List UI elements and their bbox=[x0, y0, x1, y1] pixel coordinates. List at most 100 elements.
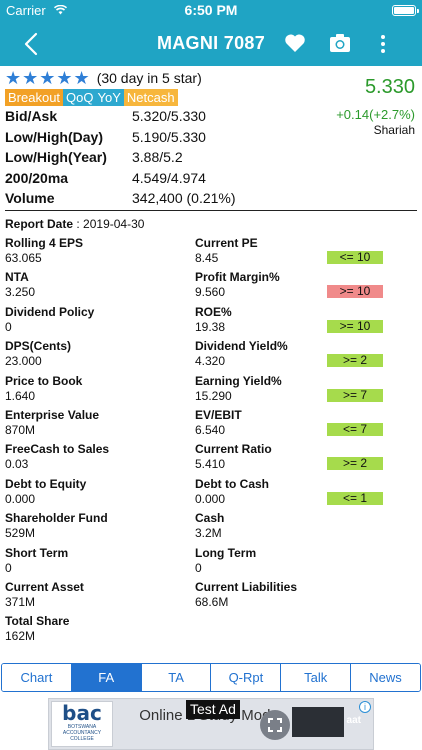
threshold-badge: >= 2 bbox=[327, 354, 383, 368]
fa-row: DPS(Cents) 23.000 Dividend Yield% 4.320 >= 2 bbox=[5, 339, 417, 373]
segmented-tab-bar: Chart FA TA Q-Rpt Talk News bbox=[1, 663, 421, 692]
fa-metric-value: 63.065 bbox=[5, 251, 42, 265]
fa-metric-label: Dividend Policy bbox=[5, 304, 95, 319]
heart-icon[interactable] bbox=[284, 33, 306, 53]
ad-logo-line: COLLEGE bbox=[70, 736, 94, 742]
fa-metric: Debt to Equity 0.000 bbox=[5, 477, 86, 507]
fa-row: Enterprise Value 870M EV/EBIT 6.540 <= 7 bbox=[5, 408, 417, 442]
quote-row: 200/20ma 4.549/4.974 bbox=[5, 168, 236, 189]
page-title: MAGNI 7087 bbox=[156, 33, 266, 53]
fa-metric-value: 68.6M bbox=[195, 594, 229, 609]
battery-icon bbox=[392, 5, 419, 16]
fa-metric-label: Debt to Equity bbox=[5, 476, 87, 491]
fa-metric: Current PE 8.45 bbox=[195, 236, 258, 266]
fa-metric-label: NTA bbox=[5, 270, 29, 285]
fa-metric-value: 3.250 bbox=[5, 285, 36, 300]
fa-metric-value: 0 bbox=[5, 319, 12, 334]
fa-metric-value: 0 bbox=[195, 560, 202, 575]
quote-label: Low/High(Day) bbox=[5, 128, 103, 145]
fa-row: Total Share 162M bbox=[5, 614, 417, 648]
fa-metric-value: 0.000 bbox=[5, 491, 36, 506]
tag-breakout: Breakout bbox=[5, 89, 64, 106]
fa-metric-label: Price to Book bbox=[5, 373, 83, 388]
fa-metric-label: ROE% bbox=[195, 304, 232, 319]
fa-metric-value: 6.540 bbox=[195, 422, 226, 437]
section-divider bbox=[5, 210, 417, 211]
fa-metric-value: 19.38 bbox=[195, 319, 226, 334]
shariah-label: Shariah bbox=[373, 123, 415, 137]
fa-metric-value: 0.03 bbox=[5, 457, 29, 472]
fa-row: Dividend Policy 0 ROE% 19.38 >= 10 bbox=[5, 305, 417, 339]
threshold-badge: >= 2 bbox=[327, 457, 383, 471]
fa-metric: Long Term 0 bbox=[195, 546, 256, 576]
fa-metric-value: 9.560 bbox=[195, 285, 226, 300]
status-time: 6:50 PM bbox=[184, 2, 238, 18]
more-vertical-icon[interactable] bbox=[375, 32, 391, 56]
price-change: +0.14(+2.7%) bbox=[336, 107, 415, 122]
fa-metric-label: Enterprise Value bbox=[5, 407, 100, 422]
fa-metric: Current Asset 371M bbox=[5, 580, 84, 610]
fa-metric-label: Shareholder Fund bbox=[5, 511, 108, 526]
fa-metric-label: Short Term bbox=[5, 545, 69, 560]
quote-label: Volume bbox=[5, 190, 55, 207]
fa-metric-label: EV/EBIT bbox=[195, 407, 242, 422]
fa-row: NTA 3.250 Profit Margin% 9.560 >= 10 bbox=[5, 270, 417, 304]
ad-logo-text: bac bbox=[62, 701, 102, 725]
tab-ta[interactable]: TA bbox=[141, 664, 212, 691]
fa-metric-label: Current PE bbox=[195, 236, 258, 250]
quote-row: Bid/Ask 5.320/5.330 bbox=[5, 106, 236, 127]
tag-yoy: YoY bbox=[96, 89, 124, 106]
camera-icon[interactable] bbox=[329, 33, 351, 53]
fa-metric: DPS(Cents) 23.000 bbox=[5, 339, 71, 369]
threshold-badge: >= 10 bbox=[327, 285, 383, 299]
report-date-value: 2019-04-30 bbox=[83, 217, 145, 231]
tag-qoq: QoQ bbox=[63, 89, 97, 106]
fa-metric-value: 870M bbox=[5, 422, 36, 437]
quote-label: Low/High(Year) bbox=[5, 149, 107, 166]
tab-chart[interactable]: Chart bbox=[2, 664, 72, 691]
threshold-badge: >= 10 bbox=[327, 319, 383, 333]
fa-metric: Enterprise Value 870M bbox=[5, 408, 99, 438]
threshold-badge: >= 7 bbox=[327, 388, 383, 402]
threshold-badge: <= 7 bbox=[327, 422, 383, 436]
fa-metric-value: 3.2M bbox=[195, 526, 222, 541]
tab-news[interactable]: News bbox=[351, 664, 420, 691]
tab-fa[interactable]: FA bbox=[71, 664, 142, 691]
fa-metric-label: Current Liabilities bbox=[195, 579, 298, 594]
quote-row: Low/High(Year) 3.88/5.2 bbox=[5, 147, 236, 168]
expand-icon[interactable] bbox=[260, 710, 290, 740]
fa-metric-value: 0.000 bbox=[195, 491, 226, 506]
fa-row: Current Asset 371M Current Liabilities 68.6… bbox=[5, 580, 417, 614]
ad-brand: aat bbox=[346, 715, 361, 726]
fa-metric: Total Share 162M bbox=[5, 614, 69, 644]
fa-row: Short Term 0 Long Term 0 bbox=[5, 546, 417, 580]
rating-row: ★★★★★ (30 day in 5 star) bbox=[5, 68, 202, 88]
quote-value: 5.320/5.330 bbox=[132, 108, 206, 125]
tab-q-rpt[interactable]: Q-Rpt bbox=[211, 664, 282, 691]
ad-thumbnail bbox=[292, 707, 344, 737]
threshold-badge: <= 10 bbox=[327, 251, 383, 264]
signal-tags: Breakout QoQ YoY Netcash bbox=[5, 89, 178, 106]
fa-metric-value: 371M bbox=[5, 594, 36, 609]
fa-metric-label: Long Term bbox=[195, 545, 257, 560]
ad-info-icon[interactable]: i bbox=[359, 701, 371, 713]
ad-test-label: Test Ad bbox=[186, 700, 240, 719]
ad-banner[interactable]: bac BOTSWANA ACCOUNTANCY COLLEGE Online … bbox=[48, 698, 374, 750]
fa-metric-value: 162M bbox=[5, 629, 36, 644]
quote-row: Volume 342,400 (0.21%) bbox=[5, 188, 236, 209]
quote-value: 342,400 (0.21%) bbox=[132, 190, 236, 207]
quote-value: 5.190/5.330 bbox=[132, 128, 206, 145]
fa-metric: Short Term 0 bbox=[5, 546, 68, 576]
fa-metric: Earning Yield% 15.290 bbox=[195, 374, 282, 404]
fa-metric: Current Liabilities 68.6M bbox=[195, 580, 297, 610]
quote-label: Bid/Ask bbox=[5, 108, 58, 125]
fa-metric-value: 1.640 bbox=[5, 388, 36, 403]
fa-row: Price to Book 1.640 Earning Yield% 15.290 >=… bbox=[5, 374, 417, 408]
report-date: Report Date : 2019-04-30 bbox=[5, 217, 144, 231]
fa-metric-value: 529M bbox=[5, 526, 36, 541]
quote-value: 3.88/5.2 bbox=[132, 149, 183, 166]
fa-metric: ROE% 19.38 bbox=[195, 305, 232, 335]
tab-talk[interactable]: Talk bbox=[281, 664, 352, 691]
fa-metric: Current Ratio 5.410 bbox=[195, 442, 272, 472]
quote-label: 200/20ma bbox=[5, 169, 69, 186]
